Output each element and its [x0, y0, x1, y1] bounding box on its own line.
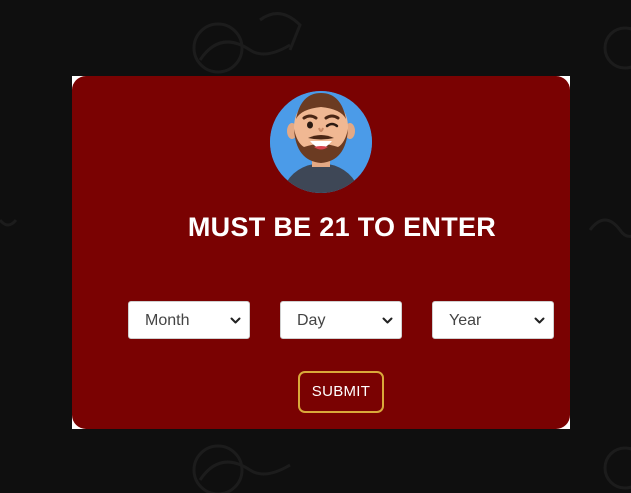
day-select-value: Day [297, 312, 326, 329]
page-backdrop: MUST BE 21 TO ENTER Month Day Year SUBMI… [0, 0, 631, 493]
modal-frame: MUST BE 21 TO ENTER Month Day Year SUBMI… [72, 76, 570, 429]
year-select[interactable]: Year [432, 301, 554, 339]
year-select-value: Year [449, 312, 482, 329]
chevron-down-icon [230, 317, 241, 324]
day-select[interactable]: Day [280, 301, 402, 339]
chevron-down-icon [534, 317, 545, 324]
page-title: MUST BE 21 TO ENTER [187, 212, 497, 242]
age-verification-modal: MUST BE 21 TO ENTER Month Day Year SUBMI… [72, 76, 570, 429]
avatar-icon [270, 91, 372, 193]
month-select-value: Month [145, 312, 190, 329]
month-select[interactable]: Month [128, 301, 250, 339]
chevron-down-icon [382, 317, 393, 324]
submit-button[interactable]: SUBMIT [298, 371, 384, 413]
